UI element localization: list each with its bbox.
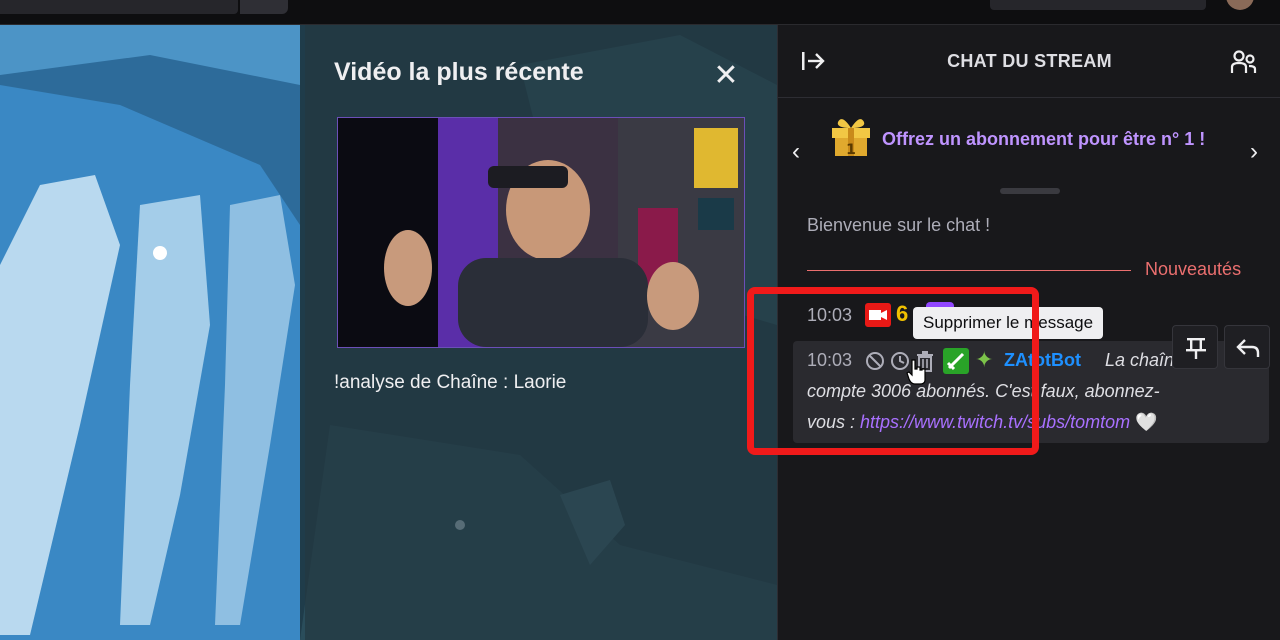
gift-icon: 1 <box>832 119 870 158</box>
chat-title: CHAT DU STREAM <box>947 51 1112 71</box>
gift-banner-text[interactable]: Offrez un abonnement pour être n° 1 ! <box>882 129 1205 150</box>
pin-icon <box>1186 338 1206 359</box>
welcome-message: Bienvenue sur le chat ! <box>807 215 991 235</box>
pin-message-button[interactable] <box>1172 325 1218 369</box>
video-thumbnail[interactable] <box>337 117 745 348</box>
search-bar[interactable] <box>990 0 1206 10</box>
recent-video-title: Vidéo la plus récente <box>334 58 584 86</box>
gift-rank-number: 1 <box>846 142 856 158</box>
news-label: Nouveautés <box>1145 259 1242 279</box>
video-caption[interactable]: !analyse de Chaîne : Laorie <box>334 372 566 394</box>
chevron-right-icon[interactable]: › <box>1250 138 1258 166</box>
community-icon[interactable] <box>1230 49 1258 75</box>
reply-button[interactable] <box>1224 325 1270 369</box>
reply-icon <box>1236 339 1260 357</box>
nav-segment[interactable] <box>0 0 238 14</box>
user-avatar[interactable] <box>1226 0 1254 10</box>
chat-header: CHAT DU STREAM <box>778 25 1280 98</box>
nav-back-button[interactable] <box>240 0 288 14</box>
gift-sub-banner[interactable]: ‹ 1 Offrez un abonnement pour être n° 1 … <box>778 98 1280 208</box>
close-icon[interactable]: ✕ <box>712 61 740 91</box>
highlight-annotation-box <box>747 287 1039 455</box>
heart-emoji: 🤍 <box>1135 412 1158 432</box>
top-nav-bar <box>0 0 1280 25</box>
news-divider-line <box>807 270 1131 271</box>
banner-drag-handle[interactable] <box>1000 188 1060 194</box>
chevron-left-icon[interactable]: ‹ <box>792 138 800 166</box>
